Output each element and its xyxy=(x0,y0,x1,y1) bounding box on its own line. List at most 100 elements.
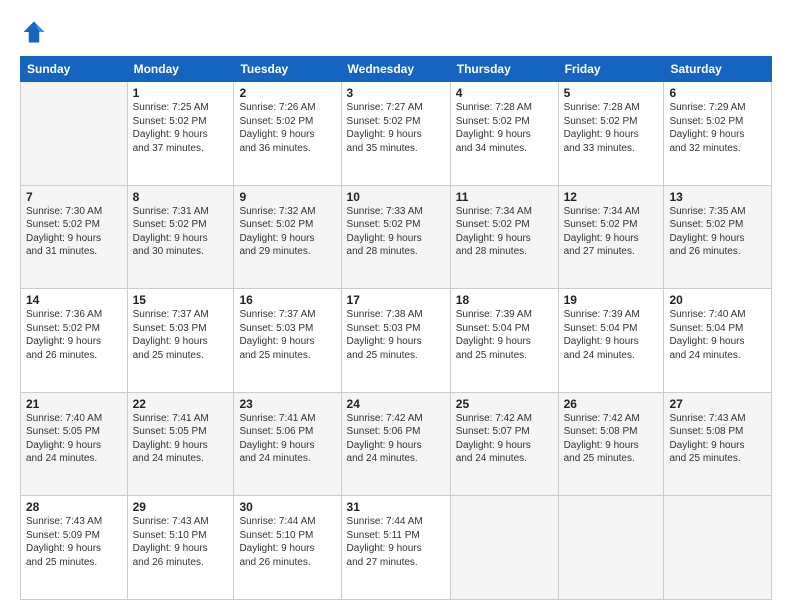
calendar-cell: 1Sunrise: 7:25 AM Sunset: 5:02 PM Daylig… xyxy=(127,82,234,186)
day-number: 17 xyxy=(347,293,445,307)
calendar-cell: 31Sunrise: 7:44 AM Sunset: 5:11 PM Dayli… xyxy=(341,496,450,600)
header-saturday: Saturday xyxy=(664,57,772,82)
calendar-cell: 30Sunrise: 7:44 AM Sunset: 5:10 PM Dayli… xyxy=(234,496,341,600)
week-row-2: 14Sunrise: 7:36 AM Sunset: 5:02 PM Dayli… xyxy=(21,289,772,393)
calendar-cell: 14Sunrise: 7:36 AM Sunset: 5:02 PM Dayli… xyxy=(21,289,128,393)
day-number: 24 xyxy=(347,397,445,411)
day-info: Sunrise: 7:41 AM Sunset: 5:05 PM Dayligh… xyxy=(133,412,229,466)
calendar-cell: 5Sunrise: 7:28 AM Sunset: 5:02 PM Daylig… xyxy=(558,82,664,186)
calendar-cell: 24Sunrise: 7:42 AM Sunset: 5:06 PM Dayli… xyxy=(341,392,450,496)
day-number: 31 xyxy=(347,500,445,514)
header xyxy=(20,18,772,46)
calendar-cell xyxy=(450,496,558,600)
header-monday: Monday xyxy=(127,57,234,82)
calendar-cell: 17Sunrise: 7:38 AM Sunset: 5:03 PM Dayli… xyxy=(341,289,450,393)
day-info: Sunrise: 7:37 AM Sunset: 5:03 PM Dayligh… xyxy=(133,308,229,362)
calendar-cell: 16Sunrise: 7:37 AM Sunset: 5:03 PM Dayli… xyxy=(234,289,341,393)
calendar-cell: 2Sunrise: 7:26 AM Sunset: 5:02 PM Daylig… xyxy=(234,82,341,186)
day-info: Sunrise: 7:39 AM Sunset: 5:04 PM Dayligh… xyxy=(564,308,659,362)
day-info: Sunrise: 7:28 AM Sunset: 5:02 PM Dayligh… xyxy=(564,101,659,155)
day-number: 29 xyxy=(133,500,229,514)
logo xyxy=(20,18,52,46)
day-number: 8 xyxy=(133,190,229,204)
day-number: 27 xyxy=(669,397,766,411)
day-number: 4 xyxy=(456,86,553,100)
day-info: Sunrise: 7:30 AM Sunset: 5:02 PM Dayligh… xyxy=(26,205,122,259)
day-info: Sunrise: 7:44 AM Sunset: 5:11 PM Dayligh… xyxy=(347,515,445,569)
day-number: 16 xyxy=(239,293,335,307)
calendar-cell: 20Sunrise: 7:40 AM Sunset: 5:04 PM Dayli… xyxy=(664,289,772,393)
calendar-cell: 26Sunrise: 7:42 AM Sunset: 5:08 PM Dayli… xyxy=(558,392,664,496)
calendar-body: 1Sunrise: 7:25 AM Sunset: 5:02 PM Daylig… xyxy=(21,82,772,600)
day-number: 23 xyxy=(239,397,335,411)
day-number: 18 xyxy=(456,293,553,307)
calendar-cell: 29Sunrise: 7:43 AM Sunset: 5:10 PM Dayli… xyxy=(127,496,234,600)
calendar-cell: 12Sunrise: 7:34 AM Sunset: 5:02 PM Dayli… xyxy=(558,185,664,289)
day-info: Sunrise: 7:42 AM Sunset: 5:06 PM Dayligh… xyxy=(347,412,445,466)
day-info: Sunrise: 7:36 AM Sunset: 5:02 PM Dayligh… xyxy=(26,308,122,362)
day-number: 12 xyxy=(564,190,659,204)
day-info: Sunrise: 7:33 AM Sunset: 5:02 PM Dayligh… xyxy=(347,205,445,259)
logo-icon xyxy=(20,18,48,46)
day-number: 1 xyxy=(133,86,229,100)
calendar-cell: 22Sunrise: 7:41 AM Sunset: 5:05 PM Dayli… xyxy=(127,392,234,496)
calendar-cell: 11Sunrise: 7:34 AM Sunset: 5:02 PM Dayli… xyxy=(450,185,558,289)
day-number: 9 xyxy=(239,190,335,204)
calendar-cell: 4Sunrise: 7:28 AM Sunset: 5:02 PM Daylig… xyxy=(450,82,558,186)
day-info: Sunrise: 7:32 AM Sunset: 5:02 PM Dayligh… xyxy=(239,205,335,259)
day-info: Sunrise: 7:37 AM Sunset: 5:03 PM Dayligh… xyxy=(239,308,335,362)
day-info: Sunrise: 7:26 AM Sunset: 5:02 PM Dayligh… xyxy=(239,101,335,155)
day-info: Sunrise: 7:43 AM Sunset: 5:10 PM Dayligh… xyxy=(133,515,229,569)
day-number: 26 xyxy=(564,397,659,411)
calendar-cell: 9Sunrise: 7:32 AM Sunset: 5:02 PM Daylig… xyxy=(234,185,341,289)
day-number: 21 xyxy=(26,397,122,411)
day-number: 15 xyxy=(133,293,229,307)
day-info: Sunrise: 7:43 AM Sunset: 5:09 PM Dayligh… xyxy=(26,515,122,569)
week-row-0: 1Sunrise: 7:25 AM Sunset: 5:02 PM Daylig… xyxy=(21,82,772,186)
day-info: Sunrise: 7:34 AM Sunset: 5:02 PM Dayligh… xyxy=(456,205,553,259)
calendar-cell xyxy=(664,496,772,600)
calendar-cell: 23Sunrise: 7:41 AM Sunset: 5:06 PM Dayli… xyxy=(234,392,341,496)
calendar-cell: 7Sunrise: 7:30 AM Sunset: 5:02 PM Daylig… xyxy=(21,185,128,289)
day-info: Sunrise: 7:42 AM Sunset: 5:07 PM Dayligh… xyxy=(456,412,553,466)
day-info: Sunrise: 7:40 AM Sunset: 5:04 PM Dayligh… xyxy=(669,308,766,362)
day-number: 22 xyxy=(133,397,229,411)
calendar-cell: 3Sunrise: 7:27 AM Sunset: 5:02 PM Daylig… xyxy=(341,82,450,186)
header-wednesday: Wednesday xyxy=(341,57,450,82)
calendar-cell: 8Sunrise: 7:31 AM Sunset: 5:02 PM Daylig… xyxy=(127,185,234,289)
calendar-cell: 28Sunrise: 7:43 AM Sunset: 5:09 PM Dayli… xyxy=(21,496,128,600)
week-row-3: 21Sunrise: 7:40 AM Sunset: 5:05 PM Dayli… xyxy=(21,392,772,496)
calendar-cell: 15Sunrise: 7:37 AM Sunset: 5:03 PM Dayli… xyxy=(127,289,234,393)
day-info: Sunrise: 7:42 AM Sunset: 5:08 PM Dayligh… xyxy=(564,412,659,466)
page: SundayMondayTuesdayWednesdayThursdayFrid… xyxy=(0,0,792,612)
day-number: 2 xyxy=(239,86,335,100)
day-number: 25 xyxy=(456,397,553,411)
day-info: Sunrise: 7:31 AM Sunset: 5:02 PM Dayligh… xyxy=(133,205,229,259)
day-info: Sunrise: 7:27 AM Sunset: 5:02 PM Dayligh… xyxy=(347,101,445,155)
day-number: 13 xyxy=(669,190,766,204)
header-tuesday: Tuesday xyxy=(234,57,341,82)
day-number: 20 xyxy=(669,293,766,307)
calendar-cell: 10Sunrise: 7:33 AM Sunset: 5:02 PM Dayli… xyxy=(341,185,450,289)
day-number: 3 xyxy=(347,86,445,100)
day-info: Sunrise: 7:34 AM Sunset: 5:02 PM Dayligh… xyxy=(564,205,659,259)
calendar-table: SundayMondayTuesdayWednesdayThursdayFrid… xyxy=(20,56,772,600)
calendar-cell: 19Sunrise: 7:39 AM Sunset: 5:04 PM Dayli… xyxy=(558,289,664,393)
header-row: SundayMondayTuesdayWednesdayThursdayFrid… xyxy=(21,57,772,82)
header-sunday: Sunday xyxy=(21,57,128,82)
calendar-cell xyxy=(21,82,128,186)
day-number: 7 xyxy=(26,190,122,204)
calendar-cell: 25Sunrise: 7:42 AM Sunset: 5:07 PM Dayli… xyxy=(450,392,558,496)
day-info: Sunrise: 7:28 AM Sunset: 5:02 PM Dayligh… xyxy=(456,101,553,155)
calendar-cell: 6Sunrise: 7:29 AM Sunset: 5:02 PM Daylig… xyxy=(664,82,772,186)
calendar-cell: 21Sunrise: 7:40 AM Sunset: 5:05 PM Dayli… xyxy=(21,392,128,496)
day-number: 14 xyxy=(26,293,122,307)
header-thursday: Thursday xyxy=(450,57,558,82)
day-info: Sunrise: 7:40 AM Sunset: 5:05 PM Dayligh… xyxy=(26,412,122,466)
day-info: Sunrise: 7:39 AM Sunset: 5:04 PM Dayligh… xyxy=(456,308,553,362)
day-number: 11 xyxy=(456,190,553,204)
day-info: Sunrise: 7:35 AM Sunset: 5:02 PM Dayligh… xyxy=(669,205,766,259)
day-info: Sunrise: 7:25 AM Sunset: 5:02 PM Dayligh… xyxy=(133,101,229,155)
day-info: Sunrise: 7:29 AM Sunset: 5:02 PM Dayligh… xyxy=(669,101,766,155)
day-info: Sunrise: 7:44 AM Sunset: 5:10 PM Dayligh… xyxy=(239,515,335,569)
